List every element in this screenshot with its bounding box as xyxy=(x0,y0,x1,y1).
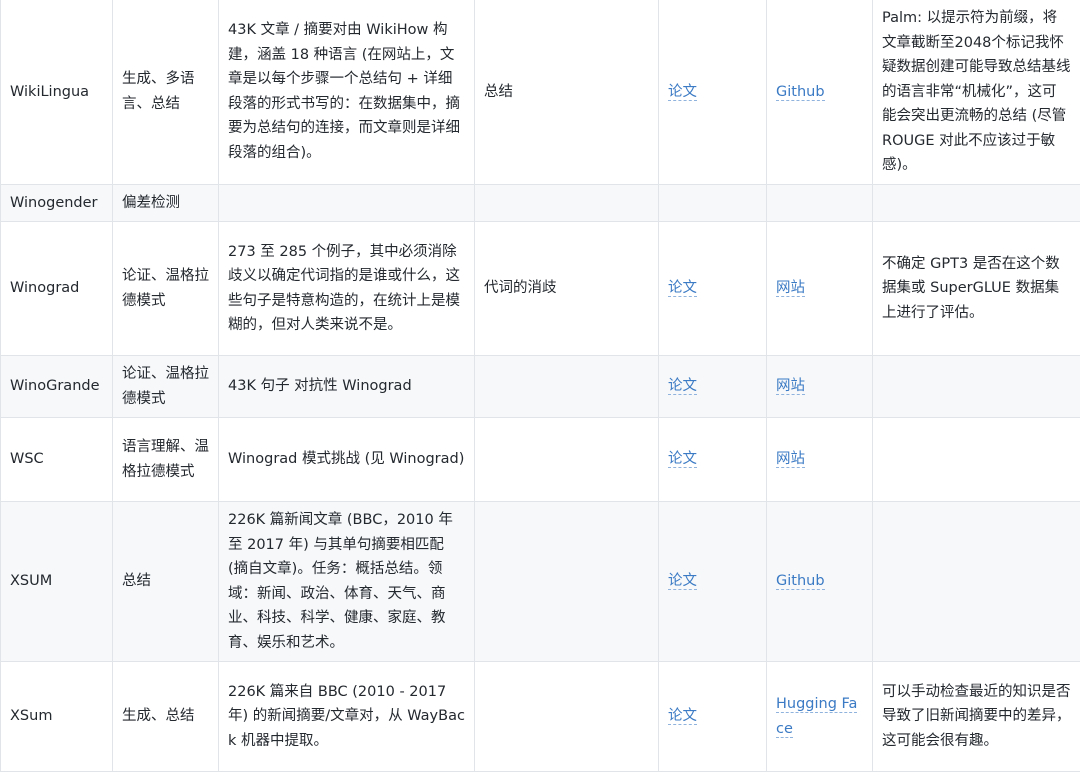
resource-link[interactable]: Github xyxy=(776,573,825,590)
dataset-tasks: 偏差检测 xyxy=(113,184,219,222)
paper-cell: 论文 xyxy=(659,0,767,184)
dataset-tasks: 生成、总结 xyxy=(113,662,219,772)
dataset-tasks: 语言理解、温格拉德模式 xyxy=(113,418,219,502)
dataset-notes: 不确定 GPT3 是否在这个数据集或 SuperGLUE 数据集上进行了评估。 xyxy=(873,222,1080,356)
resource-cell: Hugging Face xyxy=(767,662,873,772)
dataset-tasks: 论证、温格拉德模式 xyxy=(113,356,219,418)
dataset-name: Winogender xyxy=(1,184,113,222)
table-row: Winograd 论证、温格拉德模式 273 至 285 个例子，其中必须消除歧… xyxy=(1,222,1080,356)
dataset-notes: Palm: 以提示符为前缀，将文章截断至2048个标记我怀疑数据创建可能导致总结… xyxy=(873,0,1080,184)
paper-cell: 论文 xyxy=(659,418,767,502)
dataset-notes xyxy=(873,418,1080,502)
dataset-notes xyxy=(873,502,1080,662)
resource-cell: Github xyxy=(767,502,873,662)
resource-link[interactable]: Github xyxy=(776,84,825,101)
resource-cell xyxy=(767,184,873,222)
table-row: XSum 生成、总结 226K 篇来自 BBC (2010 - 2017 年) … xyxy=(1,662,1080,772)
dataset-tasks: 论证、温格拉德模式 xyxy=(113,222,219,356)
resource-cell: 网站 xyxy=(767,418,873,502)
resource-cell: Github xyxy=(767,0,873,184)
dataset-use xyxy=(475,662,659,772)
dataset-use xyxy=(475,184,659,222)
resource-link[interactable]: 网站 xyxy=(776,378,805,395)
table-row: WSC 语言理解、温格拉德模式 Winograd 模式挑战 (见 Winogra… xyxy=(1,418,1080,502)
table-row: XSUM 总结 226K 篇新闻文章 (BBC，2010 年至 2017 年) … xyxy=(1,502,1080,662)
paper-link[interactable]: 论文 xyxy=(668,378,697,395)
dataset-description xyxy=(219,184,475,222)
dataset-table: WikiLingua 生成、多语言、总结 43K 文章 / 摘要对由 WikiH… xyxy=(0,0,1080,772)
table-row: WinoGrande 论证、温格拉德模式 43K 句子 对抗性 Winograd… xyxy=(1,356,1080,418)
paper-cell xyxy=(659,184,767,222)
table-row: WikiLingua 生成、多语言、总结 43K 文章 / 摘要对由 WikiH… xyxy=(1,0,1080,184)
paper-link[interactable]: 论文 xyxy=(668,280,697,297)
dataset-name: WinoGrande xyxy=(1,356,113,418)
resource-cell: 网站 xyxy=(767,222,873,356)
dataset-use xyxy=(475,502,659,662)
dataset-description: Winograd 模式挑战 (见 Winograd) xyxy=(219,418,475,502)
paper-cell: 论文 xyxy=(659,502,767,662)
dataset-tasks: 生成、多语言、总结 xyxy=(113,0,219,184)
dataset-name: XSUM xyxy=(1,502,113,662)
dataset-use xyxy=(475,418,659,502)
dataset-description: 43K 句子 对抗性 Winograd xyxy=(219,356,475,418)
dataset-use: 代词的消歧 xyxy=(475,222,659,356)
dataset-notes xyxy=(873,356,1080,418)
paper-cell: 论文 xyxy=(659,356,767,418)
dataset-name: Winograd xyxy=(1,222,113,356)
paper-link[interactable]: 论文 xyxy=(668,84,697,101)
dataset-name: XSum xyxy=(1,662,113,772)
dataset-name: WikiLingua xyxy=(1,0,113,184)
table-row: Winogender 偏差检测 xyxy=(1,184,1080,222)
dataset-description: 43K 文章 / 摘要对由 WikiHow 构建，涵盖 18 种语言 (在网站上… xyxy=(219,0,475,184)
resource-cell: 网站 xyxy=(767,356,873,418)
resource-link[interactable]: Hugging Face xyxy=(776,696,857,738)
paper-cell: 论文 xyxy=(659,222,767,356)
dataset-description: 273 至 285 个例子，其中必须消除歧义以确定代词指的是谁或什么，这些句子是… xyxy=(219,222,475,356)
dataset-use: 总结 xyxy=(475,0,659,184)
dataset-name: WSC xyxy=(1,418,113,502)
resource-link[interactable]: 网站 xyxy=(776,280,805,297)
dataset-notes xyxy=(873,184,1080,222)
dataset-description: 226K 篇新闻文章 (BBC，2010 年至 2017 年) 与其单句摘要相匹… xyxy=(219,502,475,662)
resource-link[interactable]: 网站 xyxy=(776,451,805,468)
paper-link[interactable]: 论文 xyxy=(668,708,697,725)
dataset-use xyxy=(475,356,659,418)
paper-cell: 论文 xyxy=(659,662,767,772)
paper-link[interactable]: 论文 xyxy=(668,573,697,590)
paper-link[interactable]: 论文 xyxy=(668,451,697,468)
dataset-description: 226K 篇来自 BBC (2010 - 2017 年) 的新闻摘要/文章对，从… xyxy=(219,662,475,772)
dataset-notes: 可以手动检查最近的知识是否导致了旧新闻摘要中的差异，这可能会很有趣。 xyxy=(873,662,1080,772)
dataset-tasks: 总结 xyxy=(113,502,219,662)
